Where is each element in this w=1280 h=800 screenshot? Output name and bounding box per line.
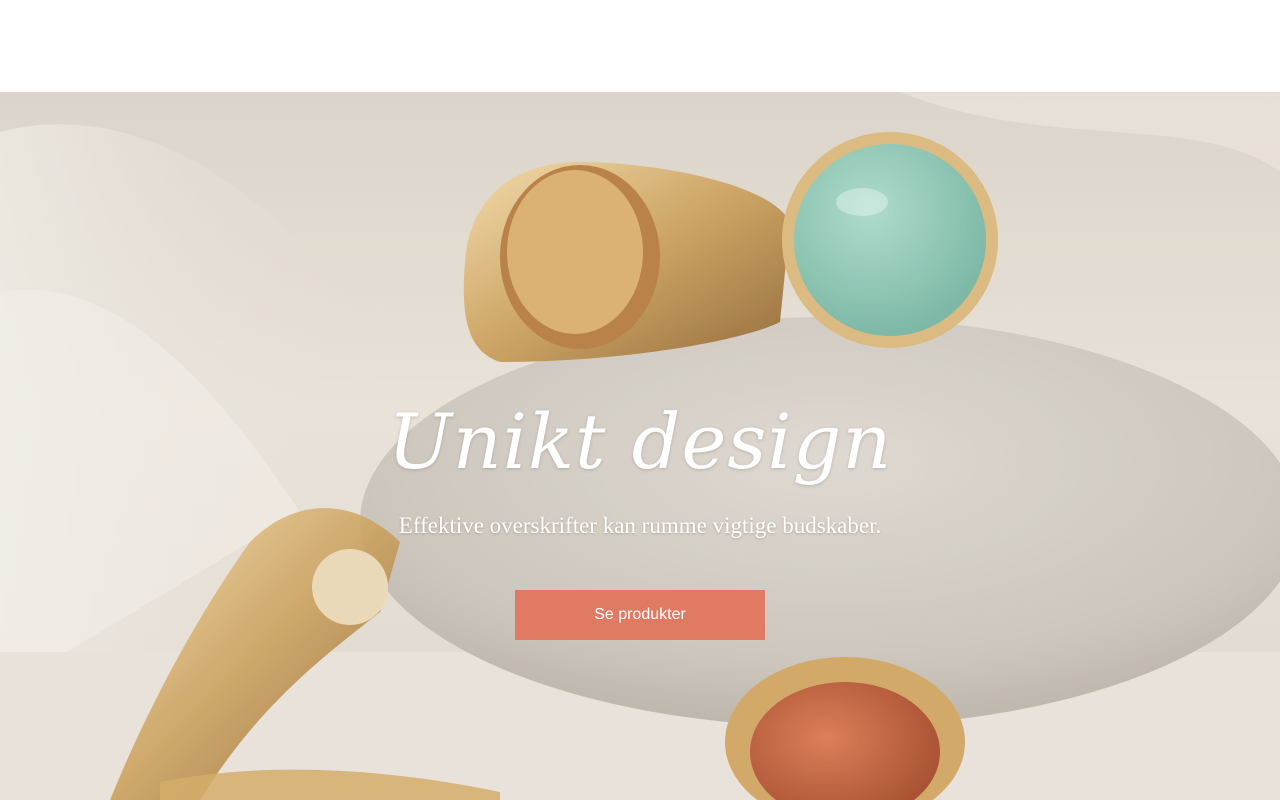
hero-content: Unikt design Effektive overskrifter kan …	[0, 92, 1280, 800]
site-header	[0, 0, 1280, 92]
hero-title: Unikt design	[387, 397, 893, 486]
see-products-button[interactable]: Se produkter	[515, 590, 765, 640]
hero-subtitle: Effektive overskrifter kan rumme vigtige…	[398, 513, 882, 538]
hero-banner: Unikt design Effektive overskrifter kan …	[0, 92, 1280, 800]
